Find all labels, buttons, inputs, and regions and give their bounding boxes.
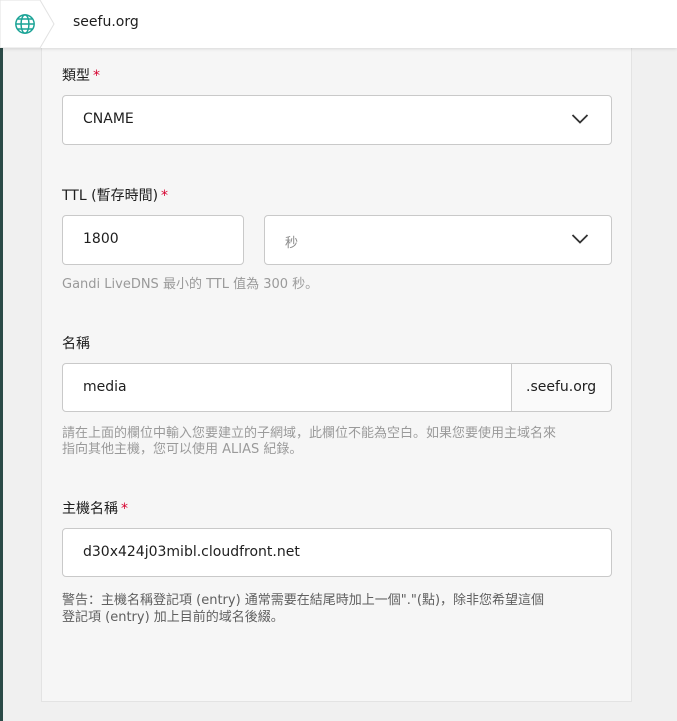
type-select[interactable]: CNAME — [62, 95, 612, 145]
chevron-down-icon — [571, 234, 589, 244]
hostname-warning-text: 警告：主機名稱登記項 (entry) 通常需要在結尾時加上一個"."(點)，除非… — [62, 592, 544, 626]
chevron-down-icon — [571, 114, 589, 124]
required-marker: * — [121, 501, 128, 517]
ttl-input-value: 1800 — [83, 231, 119, 247]
type-label: 類型 * — [62, 65, 100, 85]
hostname-warning-line: 警告：主機名稱登記項 (entry) 通常需要在結尾時加上一個"."(點)，除非… — [62, 593, 545, 608]
type-select-value: CNAME — [83, 111, 134, 127]
ttl-unit-select[interactable]: 秒 — [264, 215, 612, 265]
ttl-input[interactable]: 1800 — [62, 215, 244, 265]
type-label-text: 類型 — [62, 68, 90, 84]
globe-icon — [15, 14, 35, 34]
required-marker: * — [161, 188, 169, 204]
hostname-input-value: d30x424j03mibl.cloudfront.net — [83, 544, 300, 560]
ttl-unit-placeholder: 秒 — [285, 236, 299, 251]
breadcrumb: seefu.org — [0, 0, 677, 48]
hostname-input[interactable]: d30x424j03mibl.cloudfront.net — [62, 528, 612, 577]
name-help-line: 請在上面的欄位中輸入您要建立的子網域，此欄位不能為空白。如果您要使用主域名來 — [62, 426, 557, 441]
required-marker: * — [93, 68, 100, 84]
name-label: 名稱 — [62, 333, 90, 353]
name-label-text: 名稱 — [62, 336, 90, 352]
breadcrumb-domain-link[interactable]: seefu.org — [73, 14, 139, 30]
ttl-help-text: Gandi LiveDNS 最小的 TTL 值為 300 秒。 — [62, 277, 319, 292]
ttl-label: TTL (暫存時間) * — [62, 185, 168, 205]
breadcrumb-home[interactable] — [0, 0, 55, 48]
name-input[interactable]: media — [62, 363, 512, 412]
hostname-warning-line: 登記項 (entry) 加上目前的域名後綴。 — [62, 610, 284, 625]
ttl-label-text: TTL (暫存時間) — [62, 188, 159, 204]
domain-suffix: .seefu.org — [511, 363, 612, 412]
name-help-text: 請在上面的欄位中輸入您要建立的子網域，此欄位不能為空白。如果您要使用主域名來 指… — [62, 426, 556, 458]
domain-suffix-text: .seefu.org — [526, 379, 597, 395]
window-left-edge — [0, 0, 3, 721]
hostname-label-text: 主機名稱 — [62, 501, 118, 517]
hostname-label: 主機名稱 * — [62, 498, 128, 518]
name-input-value: media — [83, 379, 127, 395]
name-help-line: 指向其他主機，您可以使用 ALIAS 紀錄。 — [62, 442, 303, 457]
